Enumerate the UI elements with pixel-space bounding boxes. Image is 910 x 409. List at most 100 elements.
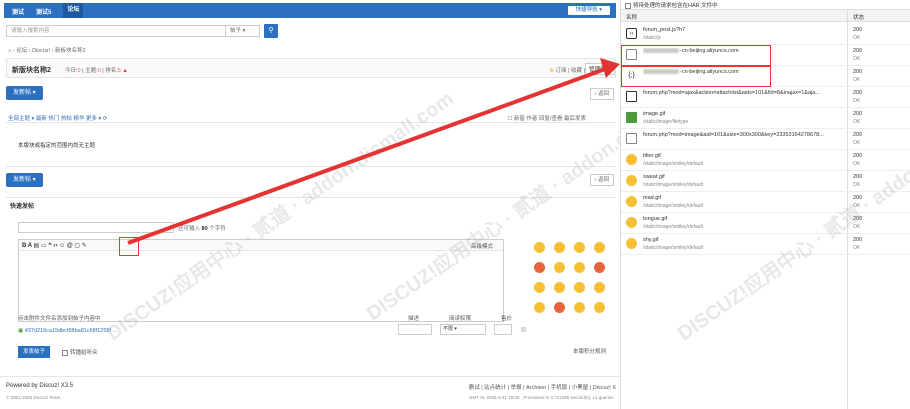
credit-rules-link[interactable]: 本版积分规则 bbox=[573, 347, 606, 355]
attachment-filename[interactable]: 437d216ca15dbcf98ba81c68f1255f ... bbox=[25, 328, 117, 334]
attachment-file[interactable]: ▣ 437d216ca15dbcf98ba81c68f1255f ... bbox=[18, 328, 117, 334]
request-name[interactable]: shy.gif bbox=[643, 237, 843, 243]
request-status-text: OK bbox=[853, 245, 861, 251]
request-name[interactable]: tongue.gif bbox=[643, 216, 843, 222]
footer-links[interactable]: 删试 | 站点统计 | 举报 | Archiver | 手机版 | 小黑屋 | … bbox=[469, 383, 616, 391]
smiley-icon[interactable] bbox=[574, 302, 585, 313]
request-status: 200 bbox=[853, 132, 863, 138]
new-post-button[interactable]: 发新帖 ▾ bbox=[6, 86, 43, 100]
smiley-icon[interactable] bbox=[594, 282, 605, 293]
stat-topics-value: 0 bbox=[97, 68, 101, 74]
nav-item-forum[interactable]: 论坛 bbox=[63, 3, 84, 18]
har-option[interactable]: 将待处理的请求包含在HAR 文件中 bbox=[625, 1, 718, 9]
smiley-icon[interactable] bbox=[554, 282, 565, 293]
smiley-icon[interactable] bbox=[554, 242, 565, 253]
network-request-row[interactable]: titter.gif/static/image/smiley/default 20… bbox=[621, 150, 910, 171]
network-request-row[interactable]: forum.php?mod=image&aid=101&size=300x300… bbox=[621, 129, 910, 150]
new-post-button-bottom[interactable]: 发新帖 ▾ bbox=[6, 173, 43, 187]
request-name[interactable]: forum.php?mod=ajax&action=attachlist&aid… bbox=[643, 90, 843, 96]
post-title-input[interactable] bbox=[18, 222, 174, 233]
smiley-icon[interactable] bbox=[534, 282, 545, 293]
stat-today-value: 0 bbox=[77, 68, 81, 74]
attach-desc-input[interactable] bbox=[398, 324, 432, 335]
smiley-icon[interactable] bbox=[554, 302, 565, 313]
search-icon[interactable]: ⚲ bbox=[264, 24, 278, 38]
request-status: 200 bbox=[853, 195, 863, 201]
forum-actions[interactable]: ⊚ 订阅 | 收藏 | bbox=[549, 66, 585, 74]
col-name-header[interactable]: 名称 bbox=[626, 13, 637, 21]
smiley-icon[interactable] bbox=[534, 302, 545, 313]
network-request-row[interactable]: shy.gif/static/image/smiley/default 200 OK bbox=[621, 234, 910, 255]
processed-info: GMT+8, 2025-3-21 15:00 , Processed in 0.… bbox=[468, 395, 616, 400]
forum-name: 新版块名称2 bbox=[12, 67, 51, 74]
smiley-icon bbox=[626, 154, 637, 165]
back-button-bottom[interactable]: ‹ 返回 bbox=[589, 174, 614, 186]
search-type-select[interactable]: 帖子 ▾ bbox=[226, 25, 260, 37]
thread-filters[interactable]: 全部主题 ▾ 最新 热门 热帖 精华 更多 ▾ ⟳ bbox=[8, 114, 107, 122]
network-request-row[interactable]: forum.php?mod=ajax&action=attachlist&aid… bbox=[621, 87, 910, 108]
top-nav-bar: 测试 测试5 论坛 快捷导航 ▾ bbox=[4, 3, 616, 18]
nav-item-test5[interactable]: 测试5 bbox=[36, 7, 51, 18]
footer: Powered by Discuz! X3.5 © 2001-2025 Disc… bbox=[0, 376, 620, 409]
submit-post-button[interactable]: 发表帖子 bbox=[18, 346, 51, 358]
request-path: /static/image/smiley/default bbox=[643, 182, 704, 188]
post-editor[interactable]: B A ▤ ▭ ❝ ‹› ☺ @ ▢ ✎ 高级模式 bbox=[18, 239, 504, 322]
request-name-text: forum.php?mod=ajax&action=attachlist&aid… bbox=[643, 90, 820, 96]
request-name[interactable]: mad.gif bbox=[643, 195, 843, 201]
smiley-icon[interactable] bbox=[594, 262, 605, 273]
rss-icon: ⊚ bbox=[549, 68, 555, 74]
search-input[interactable]: 请输入搜索内容 bbox=[6, 25, 226, 37]
subscribe-favorite-links[interactable]: 订阅 | 收藏 | bbox=[556, 68, 585, 74]
smiley-icon[interactable] bbox=[534, 262, 545, 273]
broadcast-checkbox[interactable]: 转播给听众 bbox=[62, 348, 98, 356]
network-request-row[interactable]: sweat.gif/static/image/smiley/default 200… bbox=[621, 171, 910, 192]
thread-columns[interactable]: ☐ 新窗 作者 回复/查看 最后发表 bbox=[507, 114, 586, 122]
smiley-icon[interactable] bbox=[534, 242, 545, 253]
request-name[interactable]: forum.php?mod=image&aid=101&size=300x300… bbox=[643, 132, 843, 138]
attach-price-input[interactable] bbox=[494, 324, 512, 335]
request-name[interactable]: forum_post.js?h7 bbox=[643, 27, 843, 33]
image-icon bbox=[626, 112, 637, 123]
forum-stats: 今日:0 | 主题:0 | 排名:5 ▲ bbox=[65, 68, 128, 74]
rank-up-icon: ▲ bbox=[122, 68, 128, 74]
smiley-icon[interactable] bbox=[594, 302, 605, 313]
delete-attachment-icon[interactable]: ⊗ bbox=[520, 324, 527, 335]
col-status-header[interactable]: 状态 bbox=[853, 13, 864, 21]
request-path: /static/image/smiley/default bbox=[643, 161, 704, 167]
request-name[interactable]: sweat.gif bbox=[643, 174, 843, 180]
network-request-row[interactable]: image.gif/static/image/filetype 200 OK bbox=[621, 108, 910, 129]
request-status-text: OK bbox=[853, 119, 861, 125]
smiley-icon[interactable] bbox=[574, 262, 585, 273]
checkbox-icon[interactable] bbox=[62, 349, 68, 356]
request-name[interactable]: titter.gif bbox=[643, 153, 843, 159]
request-status: 200 bbox=[853, 27, 863, 33]
quick-nav-button[interactable]: 快捷导航 ▾ bbox=[567, 6, 610, 15]
network-request-row[interactable]: mad.gif/static/image/smiley/default 200 OK bbox=[621, 192, 910, 213]
request-name-text: sweat.gif bbox=[643, 174, 665, 180]
request-path: /static/js bbox=[643, 35, 662, 41]
nav-item-test[interactable]: 测试 bbox=[12, 7, 24, 18]
manage-panel-button[interactable]: 管理面板 bbox=[584, 63, 615, 75]
request-status: 200 bbox=[853, 90, 863, 96]
smiley-icon[interactable] bbox=[574, 282, 585, 293]
request-path: /static/image/filetype bbox=[643, 119, 689, 125]
request-name-text: forum.php?mod=image&aid=101&size=300x300… bbox=[643, 132, 824, 138]
request-path: /static/image/smiley/default bbox=[643, 203, 704, 209]
network-request-row[interactable]: tongue.gif/static/image/smiley/default 20… bbox=[621, 213, 910, 234]
back-button[interactable]: ‹ 返回 bbox=[589, 88, 614, 100]
breadcrumb[interactable]: ⌂ › 论坛 › Discuz! › 新板块名称2 bbox=[8, 46, 86, 54]
advanced-mode-link[interactable]: 高级模式 bbox=[471, 242, 493, 250]
smiley-icon bbox=[626, 175, 637, 186]
request-name-text: titter.gif bbox=[643, 153, 661, 159]
empty-thread-message: 本版块或指定的范围内尚无主题 bbox=[18, 143, 96, 149]
network-request-row[interactable]: ‹› forum_post.js?h7/static/js 200 OK bbox=[621, 24, 910, 45]
smiley-icon[interactable] bbox=[574, 242, 585, 253]
request-status: 200 bbox=[853, 48, 863, 54]
checkbox-icon[interactable] bbox=[625, 2, 631, 9]
smiley-icon[interactable] bbox=[594, 242, 605, 253]
attach-perm-select[interactable]: 不限 ▾ bbox=[440, 324, 486, 335]
request-name[interactable]: image.gif bbox=[643, 111, 843, 117]
request-path: /static/image/smiley/default bbox=[643, 245, 704, 251]
editor-tools[interactable]: B A ▤ ▭ ❝ ‹› ☺ @ ▢ ✎ bbox=[22, 242, 87, 249]
smiley-icon[interactable] bbox=[554, 262, 565, 273]
